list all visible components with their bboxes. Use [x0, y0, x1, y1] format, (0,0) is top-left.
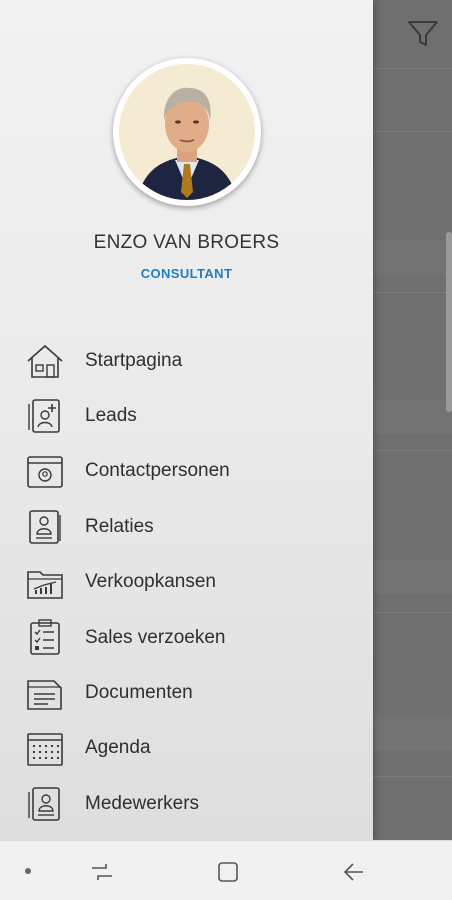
portrait-photo	[119, 64, 255, 200]
menu-item-agenda[interactable]: Agenda	[0, 721, 373, 776]
bg-divider	[373, 612, 452, 613]
menu-item-documenten[interactable]: Documenten	[0, 665, 373, 720]
recents-icon[interactable]	[89, 859, 115, 885]
sales-chart-folder-icon	[24, 563, 66, 603]
checklist-clipboard-icon	[24, 618, 66, 658]
menu-item-sales-verzoeken[interactable]: Sales verzoeken	[0, 610, 373, 665]
bg-row	[373, 716, 452, 750]
menu-item-verkoopkansen[interactable]: Verkoopkansen	[0, 555, 373, 610]
menu-item-leads[interactable]: Leads	[0, 388, 373, 443]
relation-stamp-icon	[24, 507, 66, 547]
home-icon	[24, 341, 66, 381]
menu-label: Relaties	[85, 515, 154, 537]
lead-add-icon	[24, 396, 66, 436]
menu-item-medewerkers[interactable]: Medewerkers	[0, 776, 373, 831]
menu-label: Startpagina	[85, 349, 183, 371]
menu-item-startpagina[interactable]: Startpagina	[0, 333, 373, 388]
menu-label: Sales verzoeken	[85, 626, 226, 648]
documents-icon	[24, 673, 66, 713]
calendar-icon	[24, 729, 66, 769]
bg-row	[373, 400, 452, 434]
menu-item-contactpersonen[interactable]: Contactpersonen	[0, 444, 373, 499]
menu-label: Documenten	[85, 682, 193, 704]
bg-divider	[373, 68, 452, 69]
user-role: CONSULTANT	[140, 266, 233, 281]
home-button-icon[interactable]	[215, 859, 241, 885]
bg-divider	[373, 131, 452, 132]
bg-divider	[373, 292, 452, 293]
navigation-drawer: ENZO VAN BROERS CONSULTANT Startpagina L…	[0, 0, 373, 840]
avatar[interactable]	[113, 58, 261, 206]
menu-label: Contactpersonen	[85, 460, 230, 482]
menu-label: Verkoopkansen	[85, 571, 216, 593]
system-navigation-bar	[0, 840, 452, 900]
nav-dot-icon[interactable]	[25, 868, 31, 874]
filter-icon[interactable]	[406, 16, 440, 50]
menu-label: Leads	[85, 405, 137, 427]
menu-label: Agenda	[85, 737, 151, 759]
back-arrow-icon[interactable]	[341, 859, 367, 885]
user-name: ENZO VAN BROERS	[93, 232, 280, 253]
bg-divider	[373, 450, 452, 451]
bg-row	[373, 560, 452, 594]
contact-card-icon	[24, 452, 66, 492]
menu-item-relaties[interactable]: Relaties	[0, 499, 373, 554]
bg-scrollbar	[446, 232, 452, 412]
bg-row	[373, 240, 452, 276]
bg-divider	[373, 776, 452, 777]
drawer-menu: Startpagina Leads Contactpersonen Relati…	[0, 333, 373, 832]
employees-icon	[24, 784, 66, 824]
menu-label: Medewerkers	[85, 792, 200, 814]
